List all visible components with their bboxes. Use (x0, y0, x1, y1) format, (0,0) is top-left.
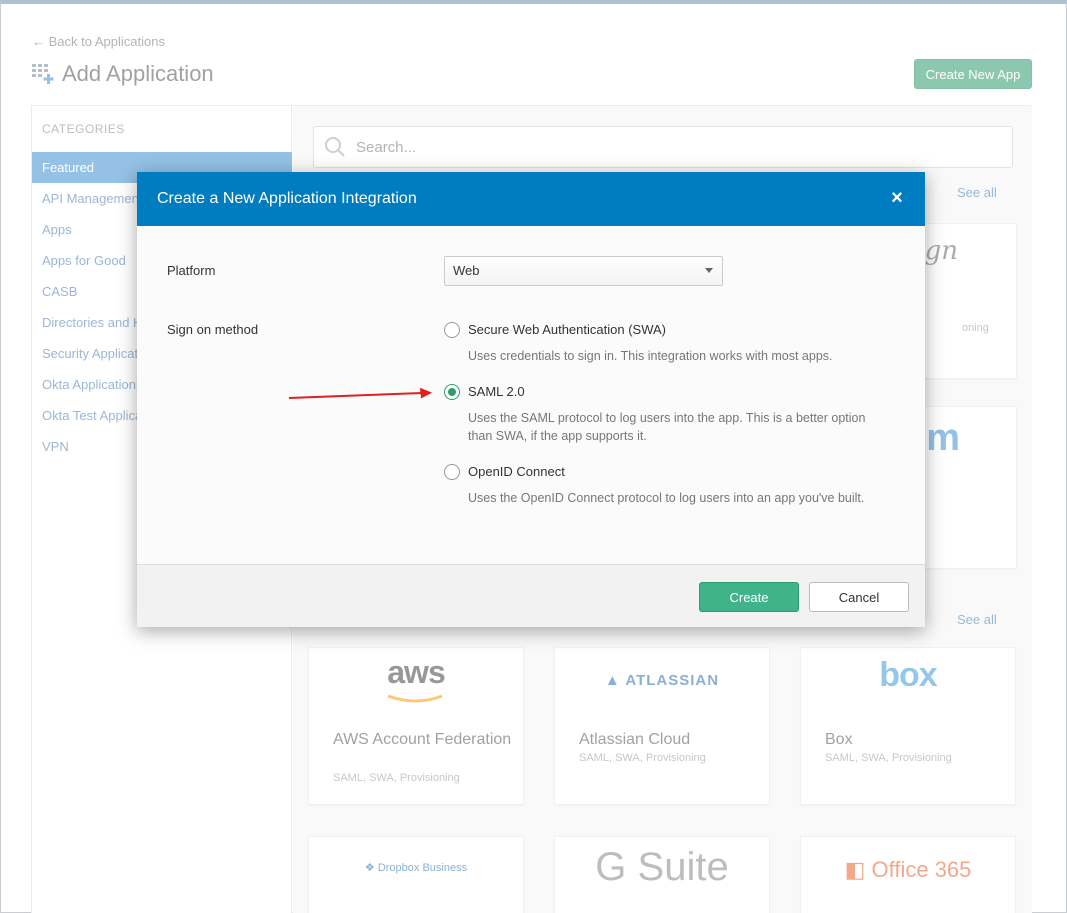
option-swa-label[interactable]: Secure Web Authentication (SWA) (468, 322, 666, 337)
platform-selected-value: Web (453, 263, 480, 278)
platform-label: Platform (167, 263, 216, 278)
option-saml-label[interactable]: SAML 2.0 (468, 384, 525, 399)
radio-swa[interactable] (444, 322, 460, 338)
cancel-button[interactable]: Cancel (809, 582, 909, 612)
chevron-down-icon (705, 268, 713, 273)
modal-header: Create a New Application Integration × (137, 172, 925, 226)
option-oidc-description: Uses the OpenID Connect protocol to log … (468, 491, 865, 505)
option-swa-description: Uses credentials to sign in. This integr… (468, 349, 833, 363)
red-arrow-annotation (288, 387, 432, 399)
modal-body: Platform Web Sign on method Secure Web A… (137, 226, 925, 564)
option-oidc-label[interactable]: OpenID Connect (468, 464, 565, 479)
modal-footer: Create Cancel (137, 564, 925, 627)
sign-on-method-label: Sign on method (167, 322, 259, 337)
modal-title: Create a New Application Integration (157, 190, 417, 207)
radio-saml[interactable] (444, 384, 460, 400)
radio-oidc[interactable] (444, 464, 460, 480)
close-icon[interactable]: × (889, 188, 905, 208)
option-saml-description: Uses the SAML protocol to log users into… (468, 411, 866, 443)
platform-select[interactable]: Web (444, 256, 723, 286)
create-integration-modal: Create a New Application Integration × P… (137, 172, 925, 627)
create-button[interactable]: Create (699, 582, 799, 612)
